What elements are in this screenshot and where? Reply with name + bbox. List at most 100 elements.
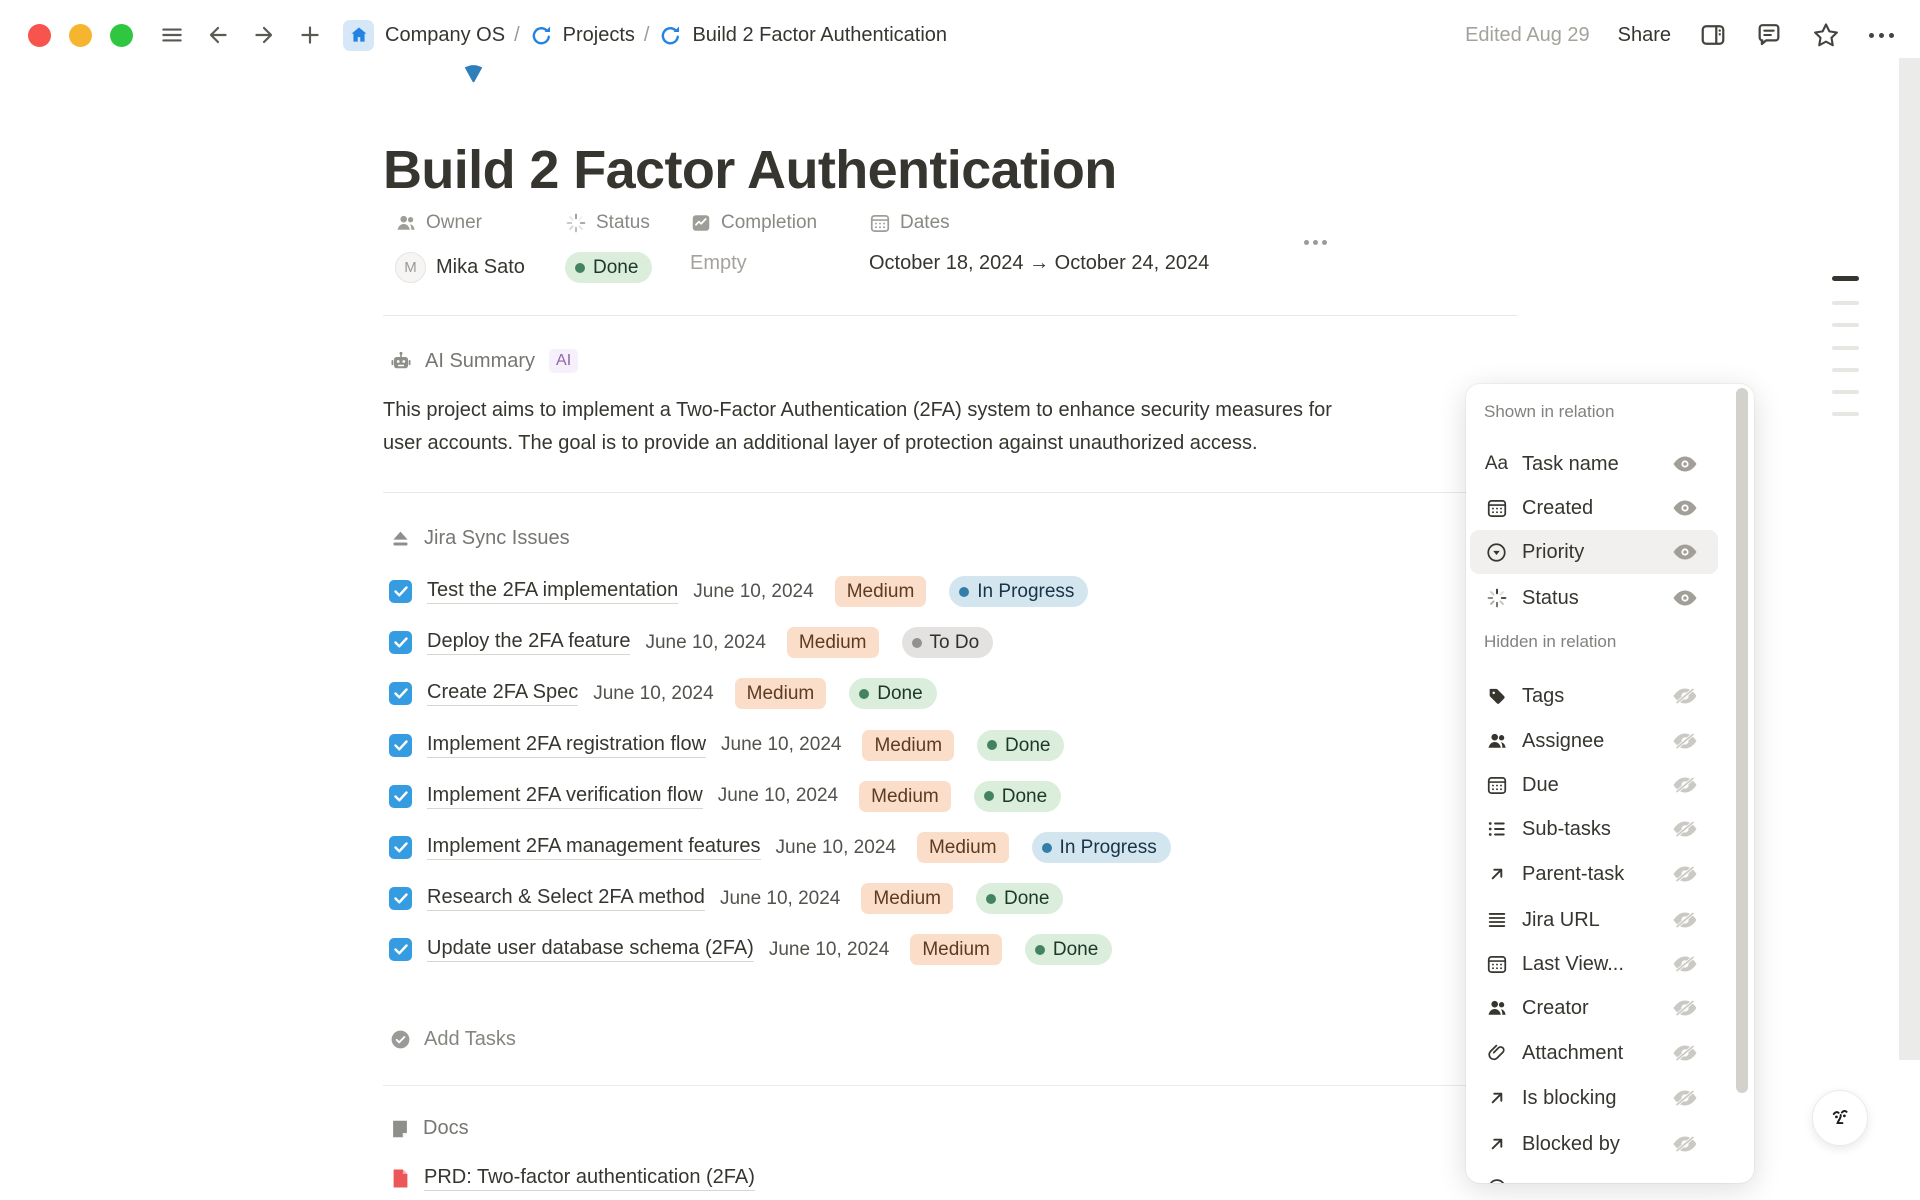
popover-item-assignee[interactable]: Assignee [1484,721,1698,761]
new-page-icon[interactable] [297,22,323,48]
property-completion-label[interactable]: Completion [690,212,817,234]
eye-icon[interactable] [1672,543,1698,561]
side-panel-icon[interactable] [1699,21,1727,49]
popover-item-tags[interactable]: Tags [1484,676,1698,716]
popover-item-last-viewed[interactable]: Last View... [1484,944,1698,984]
eye-off-icon[interactable] [1672,687,1698,705]
popover-item-is-blocking[interactable]: Is blocking [1484,1078,1698,1118]
priority-badge[interactable]: Medium [917,832,1009,863]
property-status-value[interactable]: Done [565,252,652,283]
popover-item-clipped[interactable] [1484,1168,1698,1183]
task-date[interactable]: June 10, 2024 [776,837,896,859]
priority-badge[interactable]: Medium [861,883,953,914]
status-badge[interactable]: Done [976,883,1063,914]
breadcrumb-item-company-os[interactable]: Company OS [385,24,505,47]
property-owner-label[interactable]: Owner [395,212,482,234]
more-options-icon[interactable] [1869,33,1894,38]
task-link[interactable]: Create 2FA Spec [427,681,578,706]
priority-badge[interactable]: Medium [862,730,954,761]
checkbox-checked[interactable] [389,938,412,961]
property-owner-value[interactable]: M Mika Sato [395,252,525,283]
task-link[interactable]: Implement 2FA management features [427,835,761,860]
status-badge[interactable]: Done [977,730,1064,761]
eye-off-icon[interactable] [1672,1044,1698,1062]
eye-off-icon[interactable] [1672,955,1698,973]
zoom-window-button[interactable] [110,24,133,47]
popover-item-task-name[interactable]: Aa Task name [1484,444,1698,484]
share-button[interactable]: Share [1618,24,1671,47]
minimize-window-button[interactable] [69,24,92,47]
page-scrollbar-track[interactable] [1899,58,1920,1060]
status-badge[interactable]: Done [1025,934,1112,965]
page-emoji-icon[interactable] [461,60,486,85]
status-badge[interactable]: Done [849,678,936,709]
eye-icon[interactable] [1672,455,1698,473]
breadcrumb-item-current-page[interactable]: Build 2 Factor Authentication [692,24,947,47]
eye-off-icon[interactable] [1672,820,1698,838]
checkbox-checked[interactable] [389,785,412,808]
close-window-button[interactable] [28,24,51,47]
priority-badge[interactable]: Medium [859,781,951,812]
popover-item-sub-tasks[interactable]: Sub-tasks [1484,809,1698,849]
status-badge[interactable]: Done [974,781,1061,812]
task-link[interactable]: Deploy the 2FA feature [427,630,630,655]
status-badge[interactable]: In Progress [1032,832,1171,863]
task-date[interactable]: June 10, 2024 [721,734,841,756]
property-status-label[interactable]: Status [565,212,650,234]
eye-off-icon[interactable] [1672,999,1698,1017]
task-link[interactable]: Implement 2FA registration flow [427,733,706,758]
popover-item-attachment[interactable]: Attachment [1484,1033,1698,1073]
favorite-star-icon[interactable] [1811,20,1841,50]
task-date[interactable]: June 10, 2024 [593,683,713,705]
add-tasks-button[interactable]: Add Tasks [389,1028,516,1051]
property-dates-value[interactable]: October 18, 2024 → October 24, 2024 [869,252,1209,275]
back-icon[interactable] [205,22,231,48]
ai-assistant-face-icon[interactable] [1812,1090,1868,1146]
eye-off-icon[interactable] [1672,776,1698,794]
task-date[interactable]: June 10, 2024 [693,581,813,603]
task-date[interactable]: June 10, 2024 [769,939,889,961]
property-dates-label[interactable]: Dates [869,212,950,234]
task-link[interactable]: Test the 2FA implementation [427,579,678,604]
breadcrumb-item-projects[interactable]: Projects [563,24,635,47]
priority-badge[interactable]: Medium [835,576,927,607]
checkbox-checked[interactable] [389,734,412,757]
eye-off-icon[interactable] [1672,732,1698,750]
doc-link[interactable]: PRD: Two-factor authentication (2FA) [424,1166,755,1191]
checkbox-checked[interactable] [389,631,412,654]
checkbox-checked[interactable] [389,887,412,910]
eye-off-icon[interactable] [1672,1135,1698,1153]
checkbox-checked[interactable] [389,836,412,859]
popover-item-blocked-by[interactable]: Blocked by [1484,1124,1698,1164]
task-date[interactable]: June 10, 2024 [718,785,838,807]
popover-item-priority[interactable]: Priority [1484,532,1698,572]
eye-icon[interactable] [1672,589,1698,607]
status-badge[interactable]: To Do [902,627,994,658]
priority-badge[interactable]: Medium [735,678,827,709]
task-link[interactable]: Implement 2FA verification flow [427,784,703,809]
eye-off-icon[interactable] [1672,911,1698,929]
popover-item-creator[interactable]: Creator [1484,988,1698,1028]
task-link[interactable]: Update user database schema (2FA) [427,937,754,962]
page-title[interactable]: Build 2 Factor Authentication [383,139,1117,201]
task-date[interactable]: June 10, 2024 [720,888,840,910]
status-badge[interactable]: In Progress [949,576,1088,607]
more-properties-icon[interactable] [1298,234,1333,251]
popover-scrollbar[interactable] [1736,388,1748,1093]
eye-icon[interactable] [1672,499,1698,517]
priority-badge[interactable]: Medium [787,627,879,658]
popover-item-created[interactable]: Created [1484,488,1698,528]
eye-off-icon[interactable] [1672,1089,1698,1107]
home-icon[interactable] [343,20,374,51]
eye-off-icon[interactable] [1672,865,1698,883]
property-completion-value[interactable]: Empty [690,252,747,275]
forward-icon[interactable] [251,22,277,48]
checkbox-checked[interactable] [389,682,412,705]
popover-item-parent-task[interactable]: Parent-task [1484,854,1698,894]
task-link[interactable]: Research & Select 2FA method [427,886,705,911]
popover-item-status[interactable]: Status [1484,578,1698,618]
popover-item-jira-url[interactable]: Jira URL [1484,900,1698,940]
checkbox-checked[interactable] [389,580,412,603]
priority-badge[interactable]: Medium [910,934,1002,965]
popover-item-due[interactable]: Due [1484,765,1698,805]
